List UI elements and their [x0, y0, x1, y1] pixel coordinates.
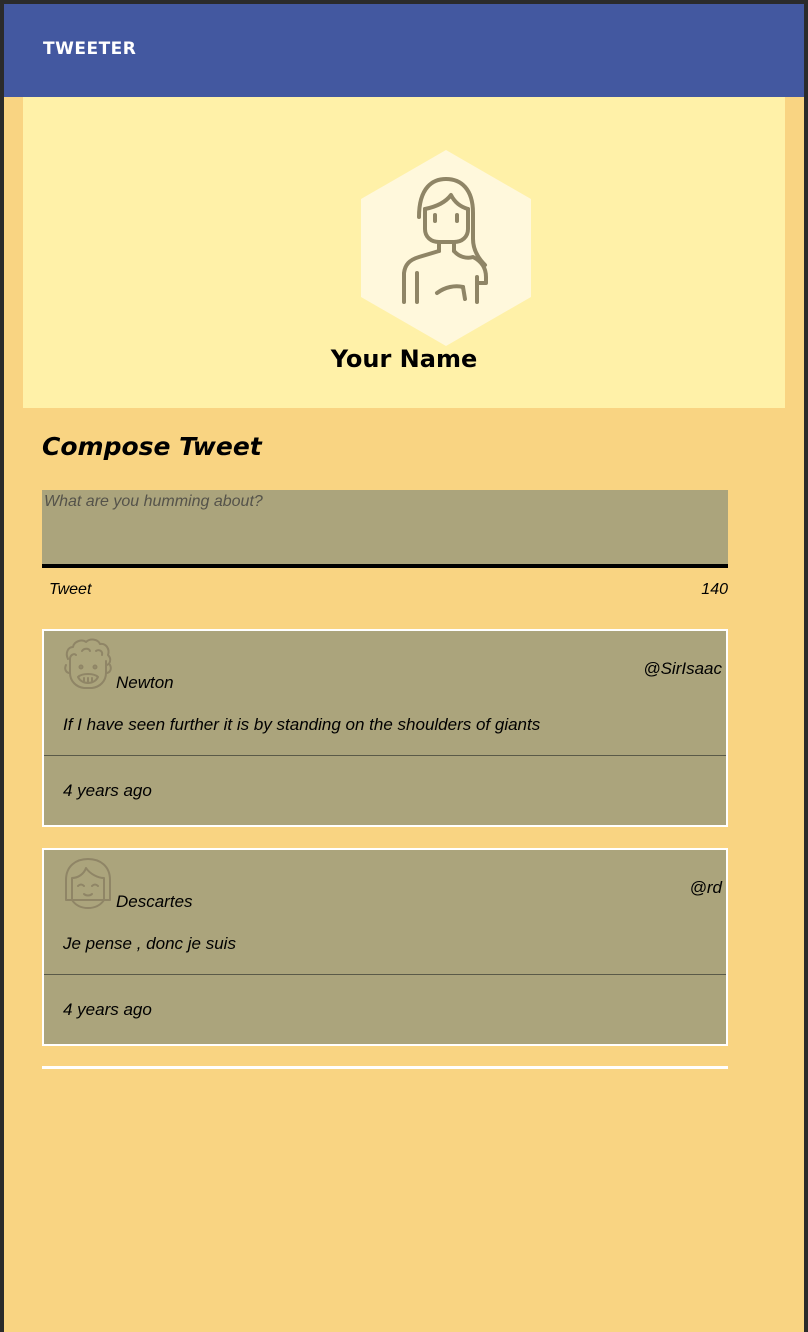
profile-name: Your Name: [330, 345, 478, 373]
tweet-divider: [44, 755, 726, 756]
app-window: TWEETER Your Name Compose Tweet What are…: [4, 4, 804, 1332]
tweet-timestamp: 4 years ago: [63, 781, 152, 800]
profile-card: Your Name: [23, 97, 785, 408]
bob-haired-avatar-icon: [62, 856, 114, 910]
compose-tweet-input[interactable]: [42, 490, 728, 568]
tweet-handle: @rd: [689, 878, 722, 897]
brand-logo[interactable]: TWEETER: [43, 39, 136, 59]
tweet-timestamp: 4 years ago: [63, 1000, 152, 1019]
tweet-handle: @SirIsaac: [643, 659, 722, 678]
feed-end-divider: [42, 1066, 728, 1069]
character-counter: 140: [701, 581, 728, 598]
tweet-button[interactable]: Tweet: [46, 581, 94, 599]
tweet-author: Newton: [116, 673, 174, 692]
compose-title: Compose Tweet: [42, 432, 262, 461]
tweet-text: If I have seen further it is by standing…: [63, 715, 541, 734]
navbar: TWEETER: [4, 4, 804, 97]
tweet-author: Descartes: [116, 892, 193, 911]
tweet-divider: [44, 974, 726, 975]
tweet-card: Newton @SirIsaac If I have seen further …: [42, 629, 728, 827]
woman-avatar-icon: [359, 147, 533, 347]
tweet-text: Je pense , donc je suis: [63, 934, 236, 953]
curly-haired-man-avatar-icon: [62, 637, 114, 691]
tweet-card: Descartes @rd Je pense , donc je suis 4 …: [42, 848, 728, 1046]
